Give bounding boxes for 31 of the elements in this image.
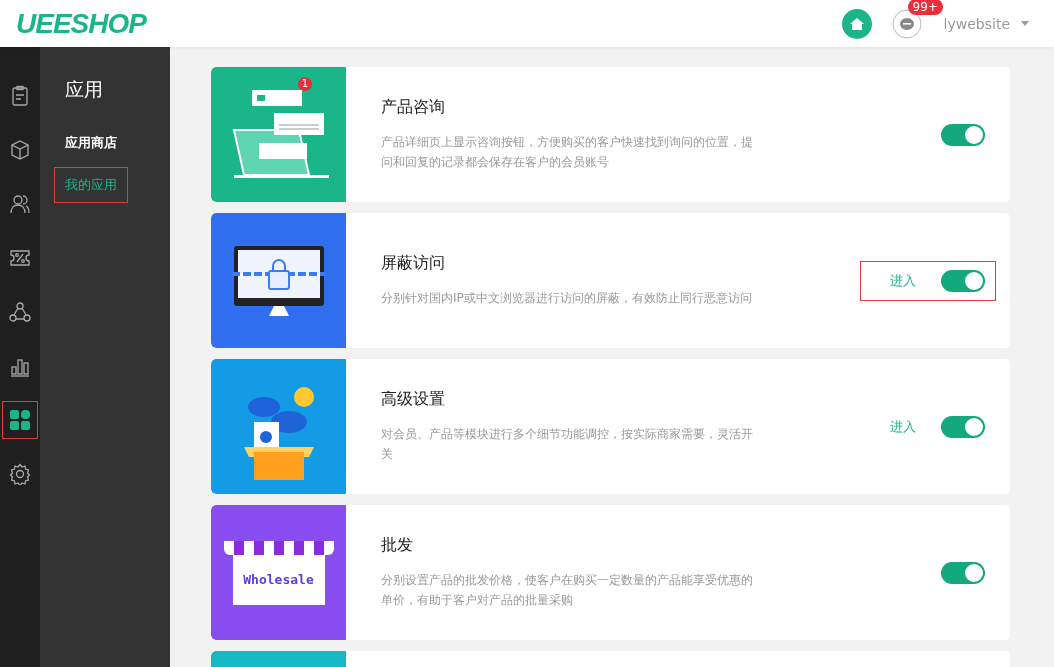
enter-link[interactable]: 进入 [890,417,916,436]
enter-link[interactable]: 进入 [890,271,916,290]
notification-badge: 99+ [907,0,943,15]
toggle-switch[interactable] [941,415,985,438]
app-title: 批发 [381,535,414,556]
users-icon [9,193,31,215]
count-badge: 1 [298,77,312,91]
username[interactable]: lywebsite [943,15,1010,32]
app-title: 屏蔽访问 [381,253,446,274]
submenu-item[interactable]: 我的应用 [54,167,128,203]
app-description: 对会员、产品等模块进行多个细节功能调控，按实际商家需要，灵活开关 [381,426,754,463]
clipboard-icon [9,85,31,107]
home-icon[interactable] [841,8,872,39]
app-title: 产品咨询 [381,97,446,118]
toggle-switch[interactable] [941,123,985,146]
caret-icon[interactable] [1020,20,1030,27]
app-description: 分别针对国内IP或中文浏览器进行访问的屏蔽，有效防止同行恶意访问 [381,290,753,307]
toggle-switch[interactable] [941,561,985,584]
app-description: 产品详细页上显示咨询按钮，方便购买的客户快速找到询问的位置，提问和回复的记录都会保存在客户的会员账号 [381,134,754,171]
storefront-drawing: Wholesale [223,540,334,605]
logo[interactable]: UEESHOP [16,7,146,40]
toggle-switch[interactable] [941,269,985,292]
nodes-icon [9,301,31,323]
coupon-icon [9,247,31,269]
submenu-item[interactable]: 应用商店 [54,125,128,161]
apps-icon [9,409,31,431]
cube-icon [9,139,31,161]
settings-icon [9,463,31,485]
app-title: 高级设置 [381,389,446,410]
submenu-title: 应用 [65,77,104,102]
app-description: 分别设置产品的批发价格，使客户在购买一定数量的产品能享受优惠的单价，有助于客户对产品的批量采购 [381,572,754,609]
